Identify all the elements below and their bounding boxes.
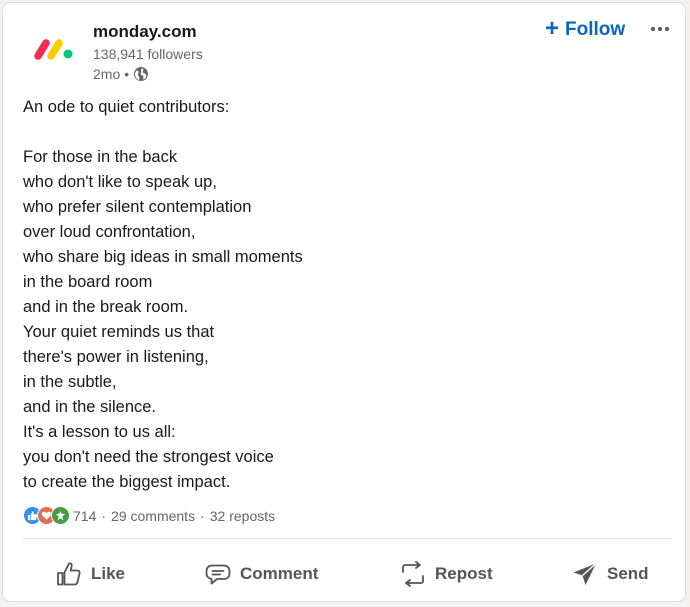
post-line: you don't need the strongest voice [23, 448, 274, 466]
plus-icon: + [545, 15, 560, 42]
follower-count: 138,941 followers [93, 46, 203, 62]
follow-label: Follow [565, 19, 626, 40]
comment-label: Comment [240, 564, 319, 583]
separator: · [101, 507, 107, 524]
monday-logo[interactable] [33, 33, 77, 63]
post-line: For those in the back [23, 148, 178, 166]
post-line: and in the break room. [23, 298, 189, 316]
send-icon [573, 562, 597, 585]
repost-icon [402, 561, 424, 587]
post-text: An ode to quiet contributors: For those … [23, 95, 663, 495]
more-options-button[interactable] [645, 19, 675, 39]
repost-button[interactable]: Repost [399, 551, 493, 597]
social-counts: 714 · 29 comments · 32 reposts [23, 506, 275, 525]
comments-count[interactable]: 29 comments [111, 508, 195, 524]
post-line: who share big ideas in small moments [23, 248, 303, 266]
reposts-count[interactable]: 32 reposts [210, 508, 275, 524]
post-line: It's a lesson to us all: [23, 423, 176, 441]
post-meta: 2mo • [93, 66, 149, 82]
post-line [23, 120, 663, 145]
globe-icon [133, 66, 149, 82]
more-dot [658, 27, 662, 31]
like-label: Like [91, 564, 126, 583]
post-line: and in the silence. [23, 398, 157, 416]
post-line: An ode to quiet contributors: [23, 98, 230, 116]
follow-button[interactable]: + Follow [541, 17, 629, 43]
post-line: in the subtle, [23, 373, 117, 391]
insightful-reaction-icon [51, 506, 70, 525]
more-dot [651, 27, 655, 31]
comment-button[interactable]: Comment [204, 551, 318, 597]
post-card: monday.com 138,941 followers 2mo • + Fol… [2, 2, 686, 602]
send-label: Send [607, 564, 649, 583]
divider [23, 538, 671, 539]
reactions-count[interactable]: 714 [73, 508, 96, 524]
repost-label: Repost [435, 564, 493, 583]
send-button[interactable]: Send [571, 551, 649, 597]
post-line: who prefer silent contemplation [23, 198, 252, 216]
post-actions-bar: Like Comment Repost Send [3, 551, 687, 597]
reactions-summary[interactable] [23, 506, 70, 525]
company-name[interactable]: monday.com [93, 22, 197, 42]
post-line: Your quiet reminds us that [23, 323, 215, 341]
comment-icon [205, 564, 231, 585]
like-icon [57, 562, 81, 586]
post-line: over loud confrontation, [23, 223, 196, 241]
post-line: to create the biggest impact. [23, 473, 231, 491]
post-line: there's power in listening, [23, 348, 209, 366]
meta-separator: • [124, 66, 130, 82]
separator: · [200, 507, 205, 524]
post-time: 2mo [93, 66, 121, 82]
post-line: in the board room [23, 273, 153, 291]
more-dot [665, 27, 669, 31]
post-line: who don't like to speak up, [23, 173, 217, 191]
like-button[interactable]: Like [55, 551, 125, 597]
